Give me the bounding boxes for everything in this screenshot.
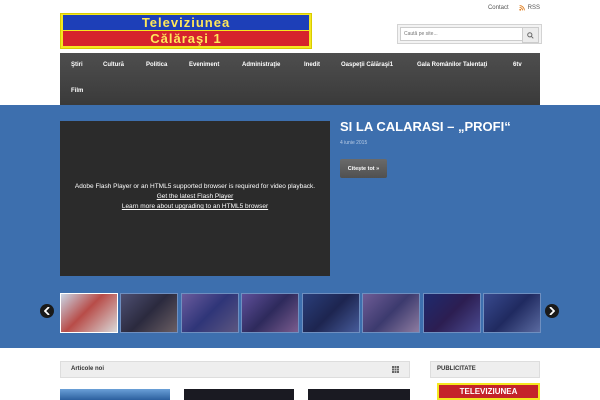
nav-item-eveniment[interactable]: Eveniment — [189, 62, 219, 68]
html5-browser-link[interactable]: Learn more about upgrading to an HTML5 b… — [60, 203, 330, 210]
ad-banner-text: TELEVIZIUNEA — [439, 385, 538, 398]
thumbnail-4[interactable] — [241, 293, 299, 333]
advertising-banner[interactable]: TELEVIZIUNEA — [437, 383, 540, 400]
featured-slider: Adobe Flash Player or an HTML5 supported… — [0, 105, 600, 348]
article-card-3[interactable] — [308, 389, 410, 400]
nav-item-stiri[interactable]: Ştiri — [71, 62, 83, 68]
thumbnail-6[interactable] — [362, 293, 420, 333]
thumbnail-7[interactable] — [423, 293, 481, 333]
nav-item-administratie[interactable]: Administraţie — [242, 62, 280, 68]
chevron-left-icon — [44, 307, 50, 315]
nav-item-film[interactable]: Film — [71, 88, 83, 94]
thumbnail-8[interactable] — [483, 293, 541, 333]
grid-view-icon[interactable] — [392, 366, 399, 373]
thumbnail-2[interactable] — [120, 293, 178, 333]
read-more-button[interactable]: Citește tot » — [340, 159, 387, 178]
chevron-right-icon — [549, 307, 555, 315]
article-card-1[interactable] — [60, 389, 170, 400]
post-title[interactable]: SI LA CALARASI – „PROFI“ — [340, 119, 511, 134]
search-input[interactable] — [400, 27, 526, 41]
search-box — [397, 24, 542, 44]
nav-item-oaspetii[interactable]: Oaspeţii Călăraşi1 — [341, 62, 393, 68]
nav-item-politica[interactable]: Politica — [146, 62, 167, 68]
nav-item-6tv[interactable]: 6tv — [513, 62, 522, 68]
video-message: Adobe Flash Player or an HTML5 supported… — [74, 183, 316, 190]
search-icon — [527, 31, 534, 39]
thumbnail-3[interactable] — [181, 293, 239, 333]
flash-player-link[interactable]: Get the latest Flash Player — [60, 193, 330, 200]
rss-icon — [518, 5, 525, 11]
rss-link[interactable]: RSS — [518, 5, 540, 11]
site-logo[interactable]: Televiziunea Călăraşi 1 — [60, 13, 312, 49]
recent-articles-header: Articole noi — [60, 361, 410, 378]
logo-line-1: Televiziunea — [63, 15, 309, 30]
video-player[interactable]: Adobe Flash Player or an HTML5 supported… — [60, 121, 330, 276]
contact-link[interactable]: Contact — [488, 5, 509, 11]
nav-item-gala[interactable]: Gala Românilor Talentaţi — [417, 62, 487, 68]
main-nav: Ştiri Cultură Politica Eveniment Adminis… — [60, 53, 540, 105]
search-button[interactable] — [522, 27, 539, 43]
top-links: Contact RSS — [488, 5, 540, 11]
advertising-widget-title: PUBLICITATE — [430, 361, 540, 378]
article-card-2[interactable] — [184, 389, 294, 400]
thumbnail-1[interactable] — [60, 293, 118, 333]
thumbnail-5[interactable] — [302, 293, 360, 333]
rss-label: RSS — [527, 5, 540, 11]
nav-item-cultura[interactable]: Cultură — [103, 62, 124, 68]
post-date: 4 iunie 2015 — [340, 140, 368, 146]
nav-item-inedit[interactable]: Inedit — [304, 62, 320, 68]
next-arrow-button[interactable] — [545, 304, 559, 318]
logo-line-2: Călăraşi 1 — [63, 31, 309, 46]
prev-arrow-button[interactable] — [40, 304, 54, 318]
recent-articles-label: Articole noi — [71, 366, 105, 372]
